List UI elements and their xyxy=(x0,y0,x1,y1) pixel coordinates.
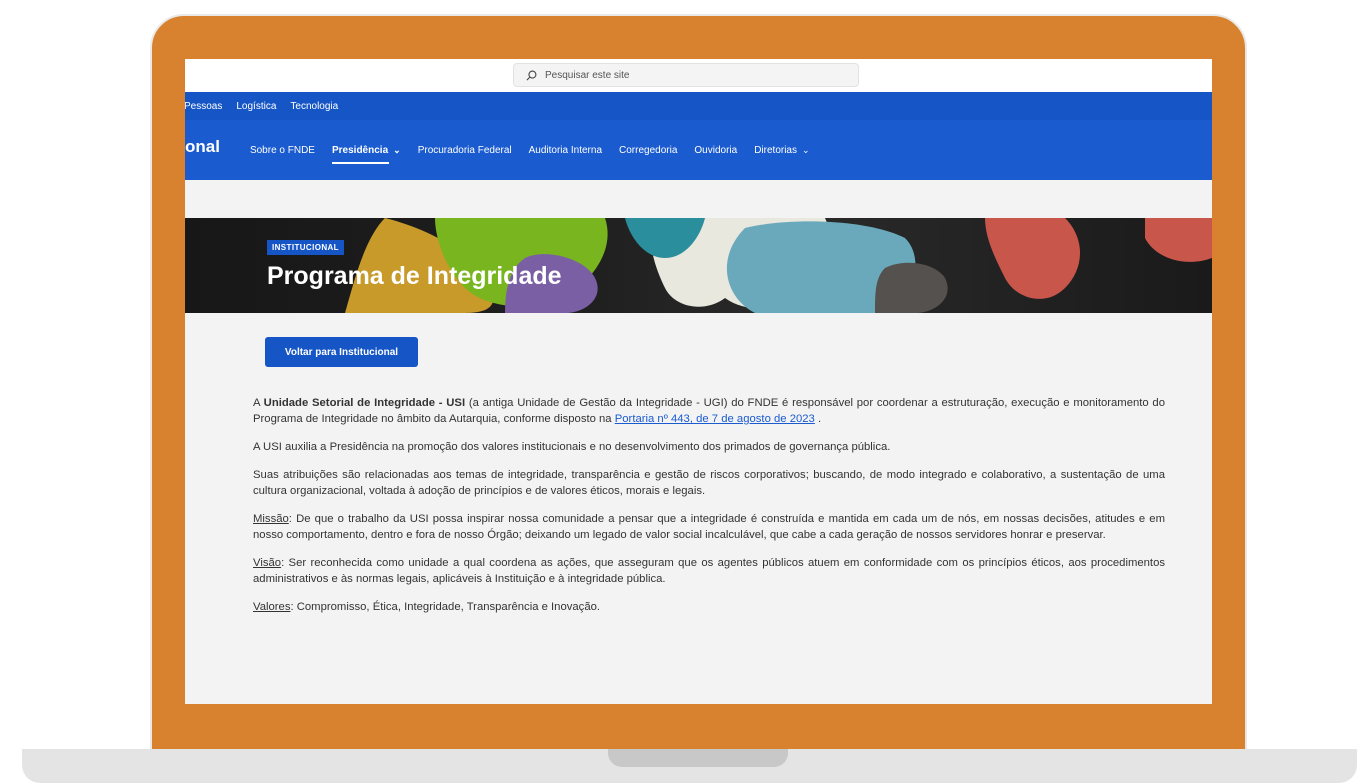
hero-banner: INSTITUCIONAL Programa de Integridade xyxy=(185,218,1212,313)
missao-text: : De que o trabalho da USI possa inspira… xyxy=(253,513,1165,541)
nav-label: Sobre o FNDE xyxy=(249,144,315,156)
paragraph-valores: Valores: Compromisso, Ética, Integridade… xyxy=(253,599,1165,615)
paragraph-visao: Visão: Ser reconhecida como unidade a qu… xyxy=(253,555,1165,587)
paragraph-intro: A Unidade Setorial de Integridade - USI … xyxy=(253,395,1165,427)
nav-item-diretorias[interactable]: Diretorias ⌄ xyxy=(754,145,809,156)
nav-label: Corregedoria xyxy=(619,144,678,156)
bold-text: Unidade Setorial de Integridade - USI xyxy=(263,397,466,409)
nav-item-sobre[interactable]: Sobre o FNDE xyxy=(250,145,315,156)
nav-item-presidencia[interactable]: Presidência ⌄ xyxy=(331,144,401,164)
text: . xyxy=(814,413,822,425)
browser-screen: Pesquisar este site Pessoas Logística Te… xyxy=(185,59,1212,704)
page-title: Programa de Integridade xyxy=(267,262,562,290)
portaria-link[interactable]: Portaria nº 443, de 7 de agosto de 2023 xyxy=(615,413,815,425)
top-bar: Pesquisar este site xyxy=(185,59,1212,92)
valores-text: : Compromisso, Ética, Integridade, Trans… xyxy=(290,601,601,613)
nav-item-auditoria[interactable]: Auditoria Interna xyxy=(529,145,602,156)
nav-label: Presidência xyxy=(331,144,389,156)
nav-label: Ouvidoria xyxy=(694,144,738,156)
paragraph-usi: A USI auxilia a Presidência na promoção … xyxy=(253,441,891,453)
nav-label: Diretorias xyxy=(754,144,797,156)
subnav-item-tecnologia[interactable]: Tecnologia xyxy=(290,101,338,112)
chevron-down-icon: ⌄ xyxy=(393,144,401,155)
nav-item-ouvidoria[interactable]: Ouvidoria xyxy=(694,145,737,156)
valores-label: Valores xyxy=(253,601,291,613)
article-content: A Unidade Setorial de Integridade - USI … xyxy=(253,395,1165,627)
nav-label: Procuradoria Federal xyxy=(417,144,512,156)
visao-text: : Ser reconhecida como unidade a qual co… xyxy=(253,557,1165,585)
sub-navigation: Pessoas Logística Tecnologia xyxy=(185,92,1212,120)
text: A xyxy=(253,397,264,409)
nav-item-procuradoria[interactable]: Procuradoria Federal xyxy=(418,145,512,156)
nav-item-corregedoria[interactable]: Corregedoria xyxy=(619,145,677,156)
back-button[interactable]: Voltar para Institucional xyxy=(265,337,418,367)
category-tag: INSTITUCIONAL xyxy=(267,240,344,255)
paragraph-atribuicoes: Suas atribuições são relacionadas aos te… xyxy=(253,469,1165,497)
visao-label: Visão xyxy=(253,557,282,569)
subnav-item-logistica[interactable]: Logística xyxy=(236,101,276,112)
search-icon xyxy=(526,70,537,80)
main-navigation: onal Sobre o FNDE Presidência ⌄ Procurado… xyxy=(185,120,1212,180)
missao-label: Missão xyxy=(253,513,289,525)
nav-label: Auditoria Interna xyxy=(528,144,603,156)
search-placeholder: Pesquisar este site xyxy=(545,69,630,81)
site-name[interactable]: onal xyxy=(185,137,220,157)
subnav-item-pessoas[interactable]: Pessoas xyxy=(185,101,222,112)
laptop-notch xyxy=(608,749,788,767)
search-input[interactable]: Pesquisar este site xyxy=(513,63,859,87)
chevron-down-icon: ⌄ xyxy=(802,144,810,155)
paragraph-missao: Missão: De que o trabalho da USI possa i… xyxy=(253,511,1165,543)
